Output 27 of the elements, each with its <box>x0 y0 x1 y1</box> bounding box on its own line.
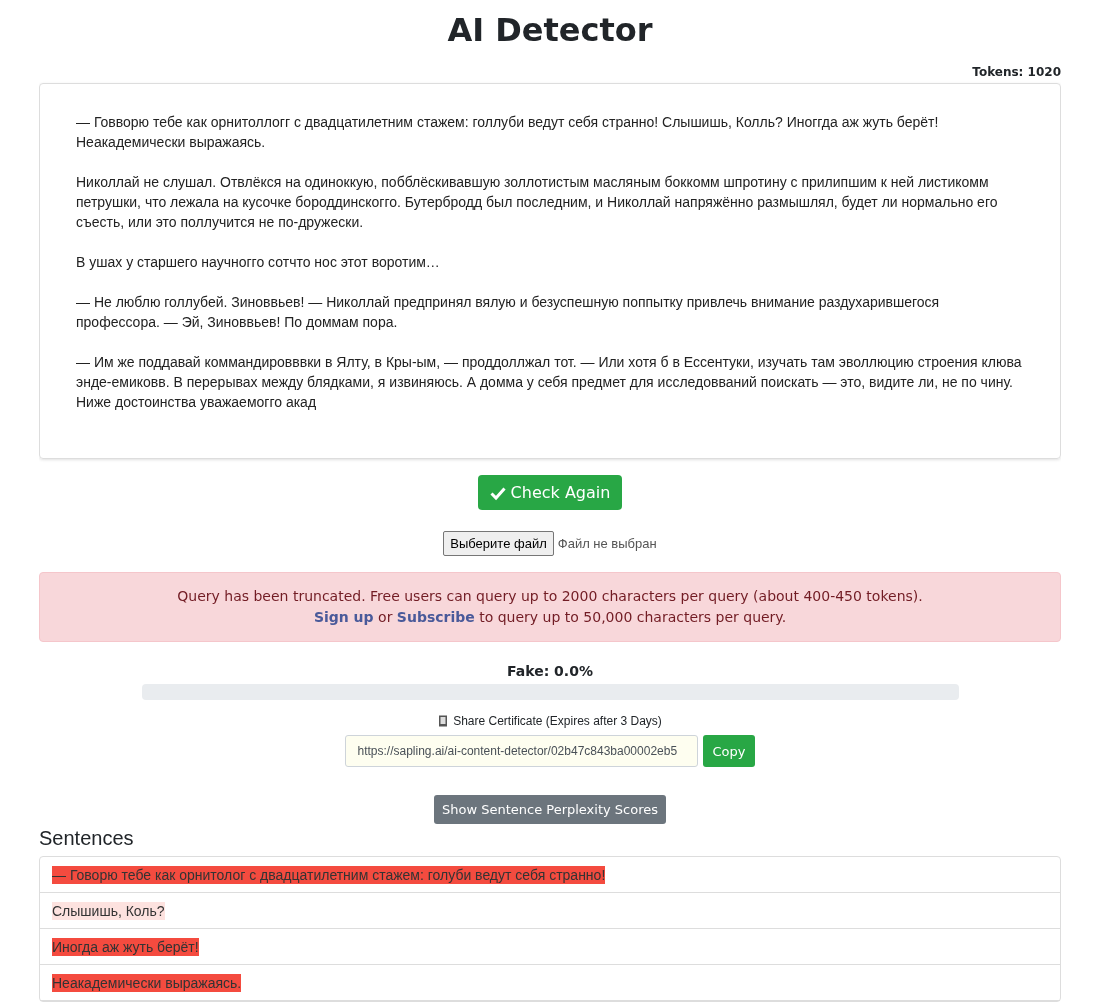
page-title: AI Detector <box>446 10 654 50</box>
copy-button[interactable]: Copy <box>702 735 756 767</box>
certificate-url-field[interactable]: https://sapling.ai/ai-content-detector/02b47c843ba00002eb5 <box>344 735 698 767</box>
sentence-text: Неакадемически выражаясь. <box>52 973 242 992</box>
alert-link[interactable]: Subscribe <box>396 609 475 625</box>
text-paragraph: — Им же поддавай коммандировввки в Ялту, в Кры-ым, — проддоллжал тот. — Или хотя б в Ессентуки, изучать там эволлюцию строения клюва энде-емиковв. В перерывах между блядками, я извиняюсь. А домма у себя предмет для исследовваний поискать — это, видите ли, не по чину. Ниже достоинства уважаемогго акад <box>76 353 1023 412</box>
sentence-text: Иногда аж жуть берёт! <box>52 937 199 956</box>
text-paragraph: В ушах у старшего научногго сотчто нос этот воротим… <box>76 253 441 272</box>
alert-text: or <box>377 609 394 625</box>
show-perplexity-button[interactable]: Show Sentence Perplexity Scores <box>433 795 667 824</box>
text-paragraph: — Говворю тебе как орнитоллогг с двадцатилетним стажем: голлуби ведут себя странно! Слышишь, Колль? Иноггда аж жуть берёт! Неакадемически выражаясь. <box>76 113 940 152</box>
alert-message: Query has been truncated. Free users can query up to 2000 characters per query (about 400-450 tokens). <box>176 587 924 606</box>
check-again-button[interactable]: Check Again <box>477 475 623 510</box>
text-paragraph: Николлай не слушал. Отвлёкся на одиноккую, побблёскивавшую золлотистым масляным боккомм шпротину с прилипшим к ней листикомм петрушки, что лежала на кусочке бороддинскогго. Бутербродд был последним, и Николлай напряжённо размышлял, будет ли нормально его съесть, или это поллучится не по-дружески. <box>76 173 999 232</box>
file-status: Файл не выбран <box>557 536 657 551</box>
text-paragraph: — Не люблю голлубей. Зиноввьев! — Николлай предпринял вялую и безуспешную поппытку привлечь внимание раздухарившегося профессора. — Эй, Зиноввьев! По доммам пора. <box>76 293 941 332</box>
document-icon <box>438 715 449 727</box>
sentence-text: — Говорю тебе как орнитолог с двадцатилетним стажем: голуби ведут себя странно! <box>52 865 606 884</box>
token-count: Tokens: 1020 <box>971 64 1061 80</box>
fake-score: Fake: 0.0% <box>506 662 594 680</box>
alert-link[interactable]: Sign up <box>313 609 374 625</box>
share-certificate-label: Share Certificate (Expires after 3 Days) <box>453 714 662 728</box>
text-input-area[interactable] <box>39 83 1061 459</box>
sentence-text: Слышишь, Коль? <box>52 901 165 920</box>
alert-text: to query up to 50,000 characters per query. <box>478 609 787 625</box>
choose-file-button[interactable]: Выберите файл <box>443 531 554 556</box>
sentences-heading: Sentences <box>39 826 135 850</box>
